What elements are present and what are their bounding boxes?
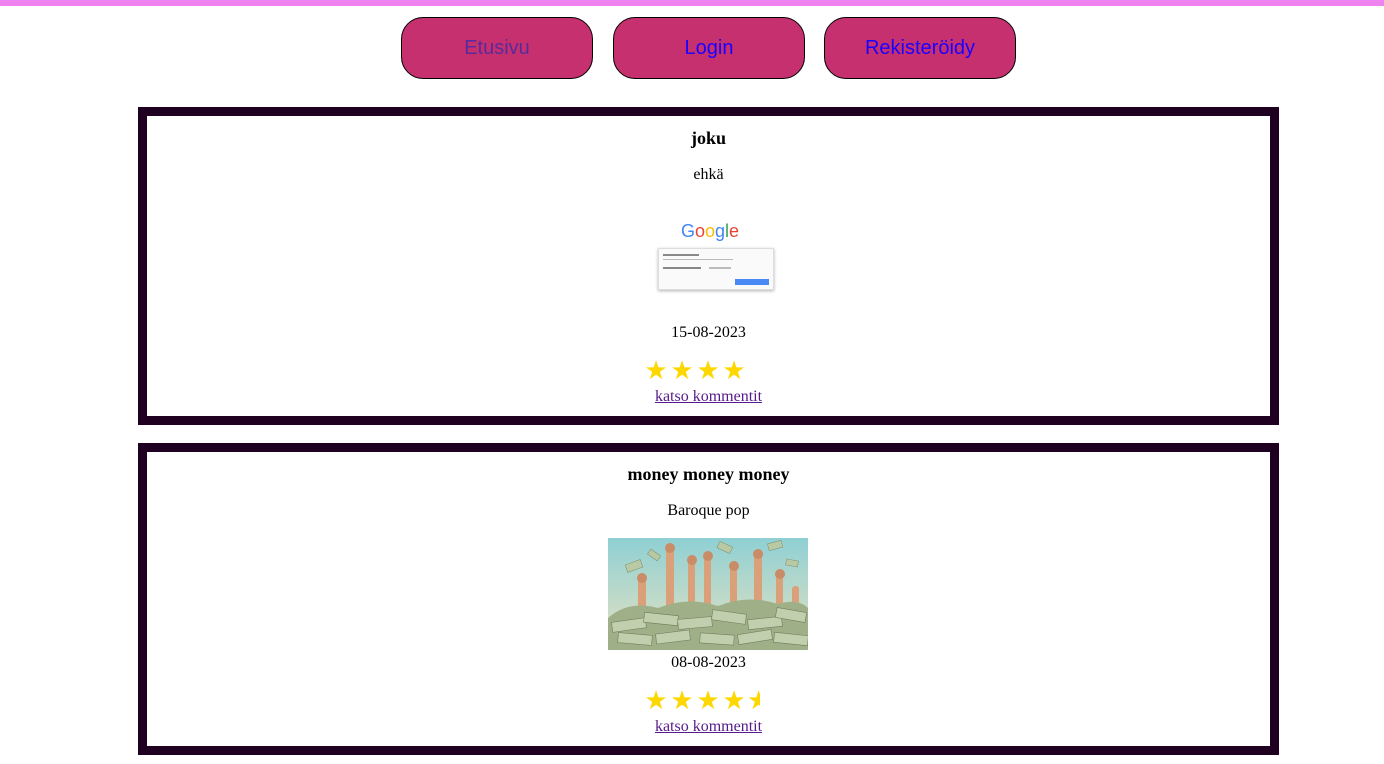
post-description: ehkä [693, 166, 724, 183]
star-icon: ★ [722, 356, 746, 385]
star-icon: ★ [696, 356, 720, 385]
post-date: 08-08-2023 [671, 654, 746, 671]
star-icon: ★ [644, 686, 668, 715]
post-description: Baroque pop [667, 502, 750, 519]
post-image-money-photo [608, 538, 808, 650]
view-comments-link[interactable]: katso kommentit [147, 387, 1270, 407]
post-title: joku [690, 128, 726, 148]
star-icon: ★ [722, 686, 746, 715]
half-star-icon: ★ [747, 688, 760, 714]
star-icon: ★ [644, 356, 668, 385]
rating-stars: ★ ★ ★ ★ [643, 358, 747, 384]
star-icon: ★ [670, 356, 694, 385]
top-accent-bar [0, 0, 1384, 6]
post-date: 15-08-2023 [671, 324, 746, 341]
star-icon: ★ [670, 686, 694, 715]
star-icon: ★ [696, 686, 720, 715]
view-comments-link[interactable]: katso kommentit [147, 717, 1270, 737]
rating-stars: ★ ★ ★ ★★ [643, 688, 760, 714]
main-nav: Etusivu Login Rekisteröidy [0, 17, 1384, 79]
post-card: joku ehkä Google 15-08-2023 ★ ★ ★ ★ katso k… [138, 107, 1279, 425]
post-title: money money money [627, 464, 790, 484]
nav-register-button[interactable]: Rekisteröidy [824, 17, 1016, 79]
google-dialog-thumbnail [658, 248, 774, 290]
nav-login-button[interactable]: Login [613, 17, 805, 79]
google-logo: Google [680, 221, 740, 241]
post-image-google-screenshot: Google [650, 220, 774, 300]
post-card: money money money Baroque pop 08-08-2023… [138, 443, 1279, 755]
nav-home-button[interactable]: Etusivu [401, 17, 593, 79]
